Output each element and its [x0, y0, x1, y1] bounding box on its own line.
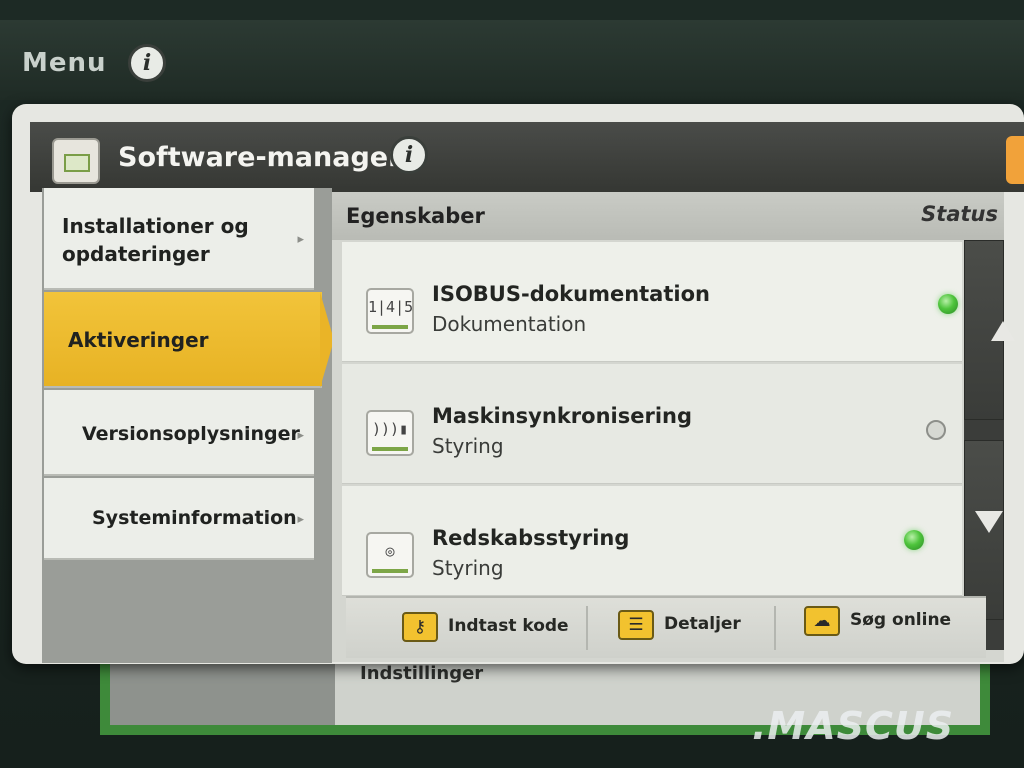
menu-button[interactable]: Menu — [22, 48, 107, 78]
details-button[interactable]: ☰ Detaljer — [618, 610, 748, 646]
list-item-subtitle: Styring — [432, 434, 504, 458]
list-item[interactable]: 1|4|5 ISOBUS-dokumentation Dokumentation — [342, 242, 962, 362]
sidebar-item-label: Versionsoplysninger — [82, 423, 300, 445]
list-item-subtitle: Dokumentation — [432, 312, 587, 336]
sidebar-nav: Installationer og opdateringer ▸ Aktiver… — [42, 188, 334, 663]
bottom-toolbar: ⚷ Indtast kode ☰ Detaljer ☁ Søg online — [346, 596, 986, 658]
dialog-info-icon[interactable]: i — [390, 136, 428, 174]
isobus-doc-glyph: 1|4|5 — [368, 298, 414, 316]
sidebar-item-installations[interactable]: Installationer og opdateringer ▸ — [44, 188, 314, 290]
list-item-title: ISOBUS-dokumentation — [432, 282, 710, 306]
chevron-right-icon: ▸ — [297, 428, 304, 443]
details-label: Detaljer — [664, 614, 741, 634]
search-online-button[interactable]: ☁ Søg online — [804, 606, 954, 642]
software-manager-dialog: Software-manager i Installationer og opd… — [12, 104, 1024, 664]
dialog-header: Software-manager i — [30, 122, 1024, 192]
status-active-icon — [904, 530, 924, 550]
scrollbar[interactable] — [964, 240, 1015, 650]
implement-guidance-glyph: ◎ — [385, 542, 395, 560]
scroll-up-button[interactable] — [964, 240, 1015, 420]
arrow-up-icon — [991, 321, 1015, 341]
software-manager-icon — [52, 138, 100, 184]
document-icon: ☰ — [618, 610, 654, 640]
orange-tab[interactable] — [1006, 136, 1024, 184]
column-header-properties: Egenskaber — [346, 204, 485, 228]
activations-panel: Egenskaber Status 1|4|5 ISOBUS-dokumenta… — [332, 192, 1015, 662]
sidebar-item-version-info[interactable]: Versionsoplysninger ▸ — [44, 390, 314, 476]
status-active-icon — [938, 294, 958, 314]
enter-code-label: Indtast kode — [448, 616, 569, 636]
cloud-download-icon: ☁ — [804, 606, 840, 636]
isobus-doc-icon: 1|4|5 — [366, 288, 414, 334]
sidebar-item-label: Installationer og opdateringer — [62, 214, 249, 266]
list-header: Egenskaber Status — [332, 192, 1004, 240]
list-item-subtitle: Styring — [432, 556, 504, 580]
enter-code-button[interactable]: ⚷ Indtast kode — [402, 612, 572, 648]
sidebar-item-label: Systeminformation — [92, 507, 297, 529]
machine-sync-icon: )))▮ — [366, 410, 414, 456]
sidebar-item-system-info[interactable]: Systeminformation ▸ — [44, 478, 314, 560]
background-settings-label: Indstillinger — [360, 663, 484, 684]
status-inactive-icon — [926, 420, 946, 440]
implement-guidance-icon: ◎ — [366, 532, 414, 578]
chevron-right-icon: ▸ — [297, 232, 304, 247]
list-item[interactable]: )))▮ Maskinsynkronisering Styring — [342, 364, 962, 484]
toolbar-divider — [774, 606, 776, 650]
toolbar-divider — [586, 606, 588, 650]
list-item-title: Maskinsynkronisering — [432, 404, 692, 428]
info-icon[interactable]: i — [128, 44, 166, 82]
list-item[interactable]: ◎ Redskabsstyring Styring — [342, 486, 962, 596]
column-header-status: Status — [921, 202, 998, 226]
chevron-right-icon: ▸ — [297, 512, 304, 527]
machine-sync-glyph: )))▮ — [371, 420, 409, 438]
activation-list: 1|4|5 ISOBUS-dokumentation Dokumentation… — [342, 242, 962, 642]
watermark: .MASCUS — [752, 704, 955, 748]
sidebar-item-label: Aktiveringer — [68, 328, 209, 352]
dialog-title: Software-manager — [118, 142, 402, 173]
sidebar-item-activations[interactable]: Aktiveringer — [44, 292, 322, 388]
search-online-label: Søg online — [850, 610, 952, 630]
display-screen: Menu i Indstillinger Software-manager i … — [0, 0, 1024, 768]
list-item-title: Redskabsstyring — [432, 526, 630, 550]
scroll-down-button[interactable] — [964, 440, 1004, 620]
background-panel-left — [110, 655, 335, 725]
arrow-down-icon — [975, 511, 1003, 533]
key-icon: ⚷ — [402, 612, 438, 642]
